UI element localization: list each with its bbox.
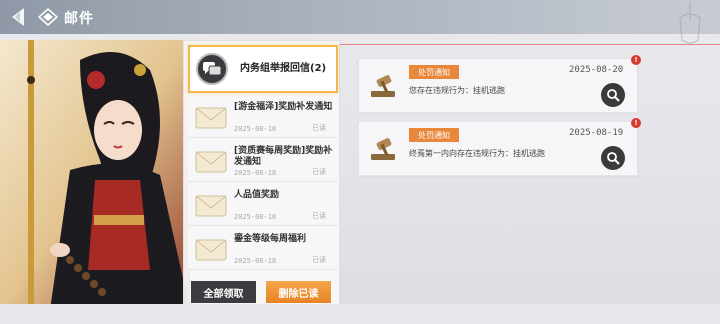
section-divider (340, 44, 720, 45)
chat-bubbles-icon (196, 53, 228, 85)
envelope-icon (195, 195, 227, 217)
mail-item[interactable]: 人品值奖励 2025-08-18 已读 (188, 184, 338, 226)
magnifier-icon (607, 152, 620, 165)
mail-list-panel: 内务组举报回信(2) [游金福泽]奖励补发通知 2025-08-18 已读 [资… (183, 40, 340, 306)
mail-item-title: 人品值奖励 (234, 190, 280, 200)
decorative-lantern-icon (679, 2, 701, 44)
mail-item-status: 已读 (312, 168, 326, 176)
mail-item-status: 已读 (312, 212, 326, 220)
top-bar: 邮件 (0, 0, 720, 34)
mail-item-title: [游金福泽]奖励补发通知 (234, 102, 333, 112)
alert-badge: ! (631, 118, 641, 128)
notice-body: 您存在违规行为：挂机逃跑 (409, 86, 505, 95)
notice-card[interactable]: 处罚通知 2025-08-20 您存在违规行为：挂机逃跑 ! (358, 55, 641, 113)
envelope-icon (195, 239, 227, 261)
mail-item-date: 2025-08-18 (234, 213, 277, 221)
mail-item-status: 已读 (312, 124, 326, 132)
bottom-strip (0, 304, 720, 324)
notice-date: 2025-08-20 (569, 65, 624, 75)
mail-item-status: 已读 (312, 256, 326, 264)
view-detail-button[interactable] (601, 83, 625, 107)
penalty-tag: 处罚通知 (409, 128, 459, 142)
mail-item-date: 2025-08-18 (234, 257, 277, 265)
gavel-icon (371, 138, 395, 160)
character-artwork (0, 40, 190, 310)
mail-item[interactable]: 鎏金等级每周福利 2025-08-18 已读 (188, 228, 338, 270)
mail-item-title: 鎏金等级每周福利 (234, 234, 307, 244)
mail-item-date: 2025-08-18 (234, 125, 277, 133)
mail-diamond-icon (38, 8, 58, 26)
back-button[interactable] (6, 4, 32, 30)
gavel-icon (371, 75, 395, 97)
notice-card[interactable]: 处罚通知 2025-08-19 终焉第一内向存在违规行为：挂机逃跑 ! (358, 118, 641, 176)
mail-item-date: 2025-08-18 (234, 169, 277, 177)
view-detail-button[interactable] (601, 146, 625, 170)
alert-badge: ! (631, 55, 641, 65)
mail-item-title: [资质赛每周奖励]奖励补发通知 (234, 146, 333, 167)
mail-item-report-reply[interactable]: 内务组举报回信(2) (188, 45, 338, 93)
notice-date: 2025-08-19 (569, 128, 624, 138)
mail-item[interactable]: [资质赛每周奖励]奖励补发通知 2025-08-18 已读 (188, 140, 338, 182)
page-title: 邮件 (64, 11, 94, 27)
delete-read-button[interactable]: 删除已读 (266, 281, 331, 303)
envelope-icon (195, 107, 227, 129)
notice-body: 终焉第一内向存在违规行为：挂机逃跑 (409, 149, 545, 158)
character-illustration (0, 40, 190, 310)
claim-all-button[interactable]: 全部领取 (191, 281, 256, 303)
penalty-tag: 处罚通知 (409, 65, 459, 79)
mail-item-title: 内务组举报回信(2) (240, 63, 327, 74)
magnifier-icon (607, 89, 620, 102)
envelope-icon (195, 151, 227, 173)
back-arrow-icon (12, 8, 24, 26)
mail-item[interactable]: [游金福泽]奖励补发通知 2025-08-18 已读 (188, 96, 338, 138)
